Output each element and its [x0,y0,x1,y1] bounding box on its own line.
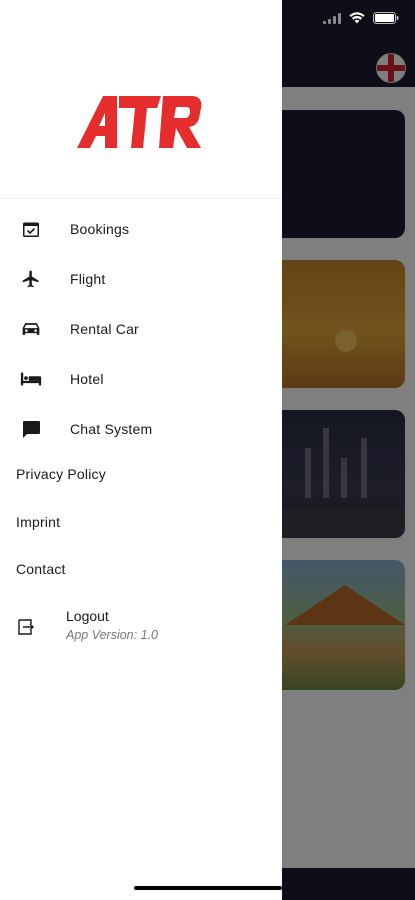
menu-item-label: Rental Car [70,321,139,337]
status-bar [323,12,399,24]
menu-item-chat-system[interactable]: Chat System [0,404,282,454]
navigation-drawer: Bookings Flight Rental Car Hotel Chat Sy… [0,0,282,900]
contact-link[interactable]: Contact [16,561,66,577]
car-icon [20,318,42,340]
menu-item-hotel[interactable]: Hotel [0,354,282,404]
wifi-icon [349,12,365,24]
home-indicator [134,886,282,890]
privacy-policy-link[interactable]: Privacy Policy [16,466,106,482]
signal-icon [323,12,341,24]
menu-item-flight[interactable]: Flight [0,254,282,304]
menu-item-rental-car[interactable]: Rental Car [0,304,282,354]
app-version-text: App Version: 1.0 [66,628,158,642]
drawer-header [0,0,282,199]
atr-logo [77,96,205,153]
menu-item-label: Bookings [70,221,130,237]
airplane-icon [20,268,42,290]
menu-item-label: Hotel [70,371,104,387]
bed-icon [20,368,42,390]
battery-icon [373,12,399,24]
menu-item-bookings[interactable]: Bookings [0,204,282,254]
menu-item-label: Chat System [70,421,153,437]
chat-bubble-icon [20,418,42,440]
logout-button[interactable]: Logout [66,608,109,624]
imprint-link[interactable]: Imprint [16,514,60,530]
menu-item-label: Flight [70,271,106,287]
calendar-check-icon [20,218,42,240]
logout-icon[interactable] [16,617,36,637]
